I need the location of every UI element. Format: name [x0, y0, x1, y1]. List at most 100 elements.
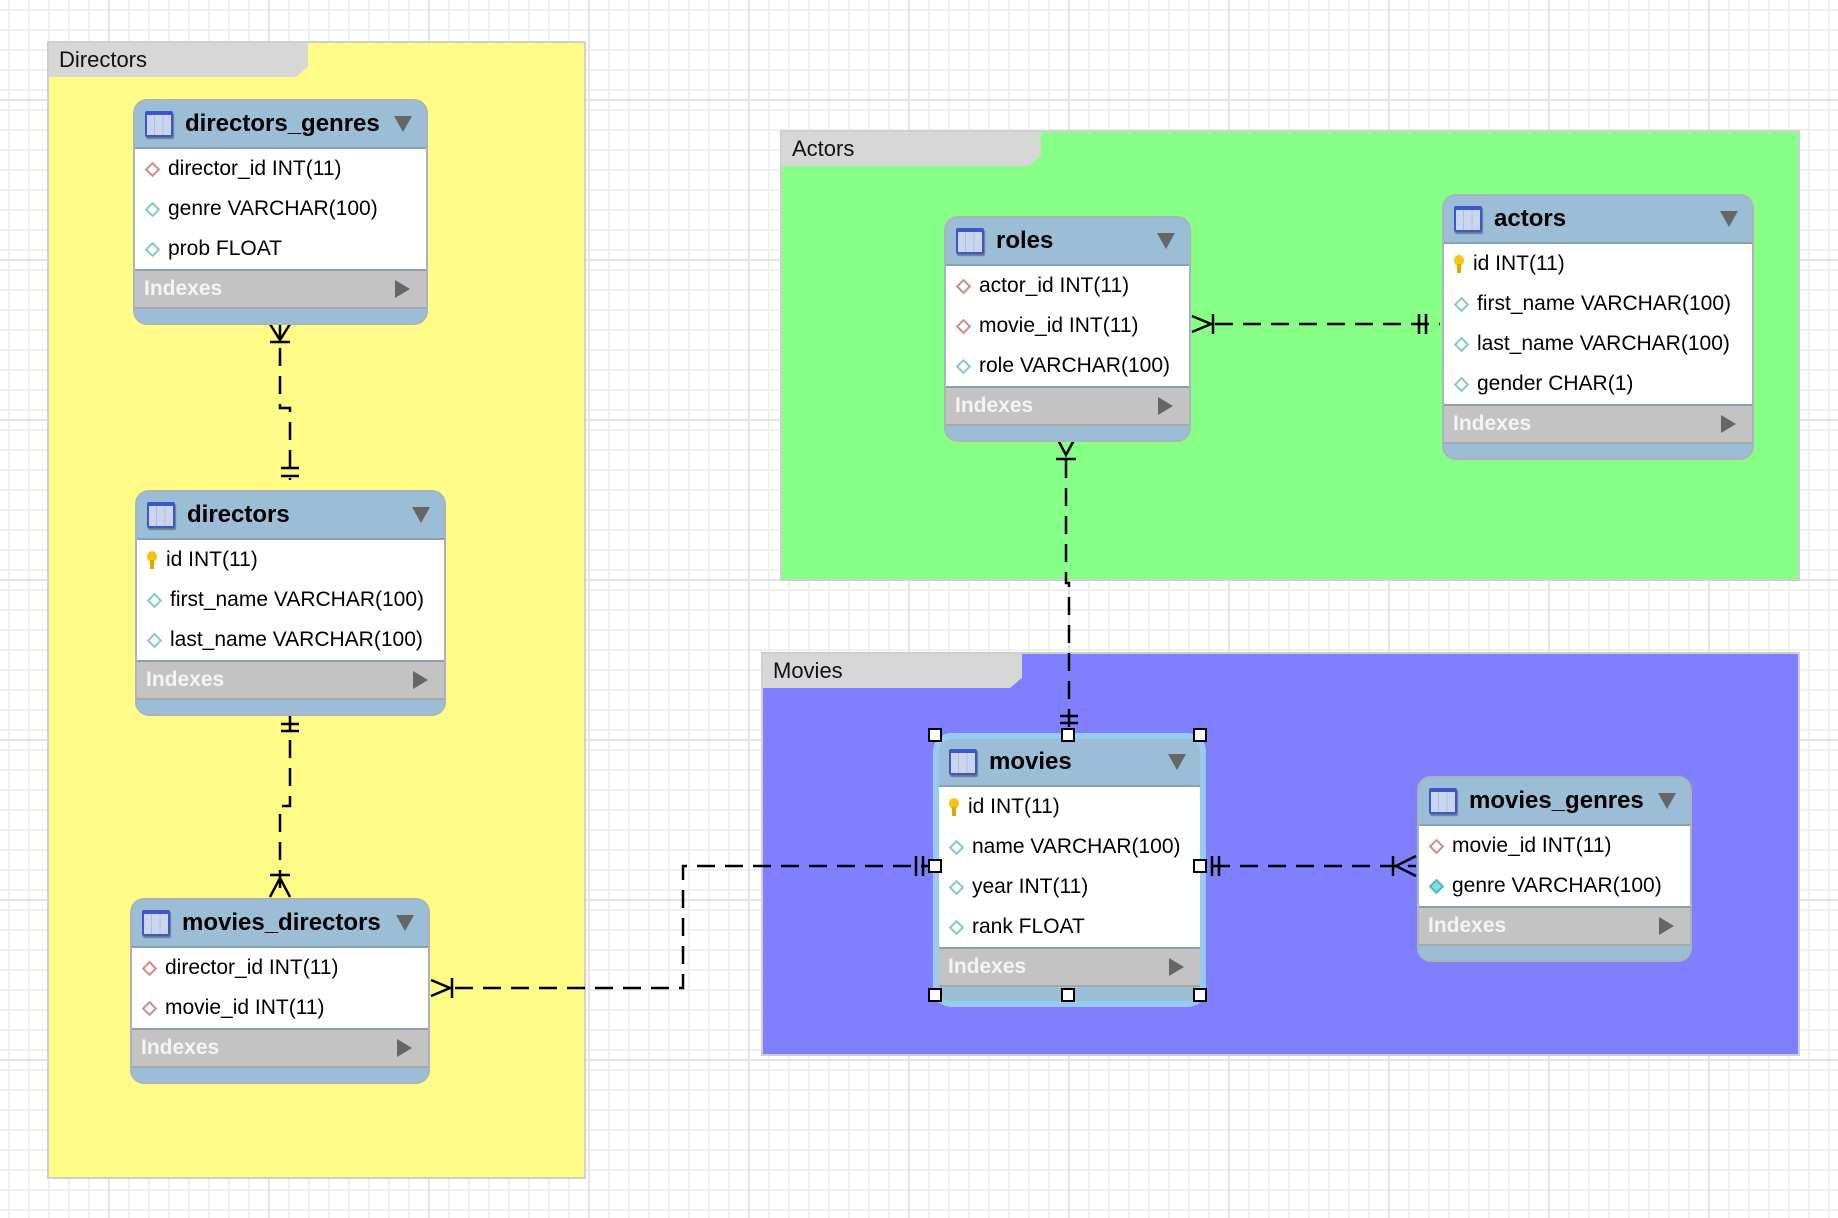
resize-handle-top-left[interactable] [928, 728, 942, 742]
table-actors[interactable]: actors id INT(11) first_name VARCHAR(100) l… [1442, 194, 1754, 460]
table-header[interactable]: directors_genres [135, 101, 426, 147]
column-row[interactable]: name VARCHAR(100) [939, 827, 1200, 867]
column-label: rank FLOAT [972, 915, 1085, 938]
collapse-triangle-icon[interactable] [394, 116, 412, 132]
table-icon [1454, 206, 1482, 232]
indexes-section[interactable]: Indexes [137, 662, 444, 700]
collapse-triangle-icon[interactable] [1168, 754, 1186, 770]
column-list: director_id INT(11) genre VARCHAR(100) pro… [135, 147, 426, 271]
table-name: directors [187, 501, 290, 528]
indexes-section[interactable]: Indexes [946, 388, 1189, 426]
expand-triangle-icon[interactable] [1721, 415, 1736, 433]
indexes-section[interactable]: Indexes [135, 271, 426, 309]
column-row[interactable]: role VARCHAR(100) [946, 346, 1189, 386]
column-row[interactable]: id INT(11) [939, 787, 1200, 827]
resize-handle-bottom-right[interactable] [1193, 988, 1207, 1002]
foreign-key-diamond-icon [955, 278, 972, 294]
layer-title-actors: Actors [782, 132, 1041, 166]
column-row[interactable]: first_name VARCHAR(100) [137, 580, 444, 620]
expand-triangle-icon[interactable] [395, 280, 410, 298]
column-diamond-icon [948, 839, 965, 855]
table-name: movies_directors [182, 909, 381, 936]
table-icon [949, 749, 977, 775]
column-row[interactable]: movie_id INT(11) [946, 306, 1189, 346]
foreign-key-diamond-icon [141, 960, 158, 976]
table-header[interactable]: actors [1444, 196, 1752, 242]
collapse-triangle-icon[interactable] [1720, 211, 1738, 227]
table-footer [132, 1068, 428, 1082]
table-header[interactable]: movies_directors [132, 900, 428, 946]
column-row[interactable]: director_id INT(11) [132, 948, 428, 988]
column-row[interactable]: id INT(11) [1444, 244, 1752, 284]
indexes-section[interactable]: Indexes [939, 949, 1200, 987]
expand-triangle-icon[interactable] [1659, 917, 1674, 935]
column-label: first_name VARCHAR(100) [170, 588, 425, 611]
column-row[interactable]: director_id INT(11) [135, 149, 426, 189]
resize-handle-right[interactable] [1193, 859, 1207, 873]
table-footer [946, 426, 1189, 440]
resize-handle-left[interactable] [928, 859, 942, 873]
expand-triangle-icon[interactable] [397, 1039, 412, 1057]
column-row[interactable]: gender CHAR(1) [1444, 364, 1752, 404]
column-label: prob FLOAT [168, 237, 282, 260]
table-header[interactable]: movies [939, 739, 1200, 785]
table-directors-genres[interactable]: directors_genres director_id INT(11) genre… [133, 99, 428, 325]
expand-triangle-icon[interactable] [1158, 397, 1173, 415]
table-directors[interactable]: directors id INT(11) first_name VARCHAR(10… [135, 490, 446, 716]
indexes-section[interactable]: Indexes [1419, 908, 1690, 946]
indexes-label: Indexes [955, 394, 1034, 417]
primary-key-icon [1454, 255, 1464, 273]
resize-handle-bottom[interactable] [1061, 988, 1075, 1002]
collapse-triangle-icon[interactable] [412, 507, 430, 523]
collapse-triangle-icon[interactable] [1157, 233, 1175, 249]
expand-triangle-icon[interactable] [1169, 958, 1184, 976]
foreign-key-diamond-icon [1428, 838, 1445, 854]
column-list: movie_id INT(11) genre VARCHAR(100) [1419, 824, 1690, 908]
resize-handle-bottom-left[interactable] [928, 988, 942, 1002]
indexes-label: Indexes [948, 955, 1027, 978]
table-movies-genres[interactable]: movies_genres movie_id INT(11) genre VARCH… [1417, 776, 1692, 962]
column-row[interactable]: year INT(11) [939, 867, 1200, 907]
column-label: id INT(11) [1473, 252, 1565, 275]
column-label: role VARCHAR(100) [979, 354, 1170, 377]
layer-title-directors: Directors [49, 43, 308, 77]
table-movies-directors[interactable]: movies_directors director_id INT(11) movie… [130, 898, 430, 1084]
collapse-triangle-icon[interactable] [396, 915, 414, 931]
column-row[interactable]: prob FLOAT [135, 229, 426, 269]
column-diamond-icon [1453, 336, 1470, 352]
indexed-column-diamond-icon [1428, 878, 1445, 894]
indexes-label: Indexes [144, 277, 223, 300]
column-row[interactable]: genre VARCHAR(100) [1419, 866, 1690, 906]
column-row[interactable]: first_name VARCHAR(100) [1444, 284, 1752, 324]
table-roles[interactable]: roles actor_id INT(11) movie_id INT(11) rol… [944, 216, 1191, 442]
table-icon [147, 502, 175, 528]
column-row[interactable]: last_name VARCHAR(100) [1444, 324, 1752, 364]
table-header[interactable]: movies_genres [1419, 778, 1690, 824]
primary-key-icon [147, 551, 157, 569]
table-header[interactable]: directors [137, 492, 444, 538]
column-label: gender CHAR(1) [1477, 372, 1634, 395]
table-footer [1419, 946, 1690, 960]
indexes-section[interactable]: Indexes [132, 1030, 428, 1068]
expand-triangle-icon[interactable] [413, 671, 428, 689]
column-label: movie_id INT(11) [165, 996, 325, 1019]
table-footer [1444, 444, 1752, 458]
column-row[interactable]: movie_id INT(11) [1419, 826, 1690, 866]
column-row[interactable]: genre VARCHAR(100) [135, 189, 426, 229]
column-label: last_name VARCHAR(100) [1477, 332, 1730, 355]
table-movies[interactable]: movies id INT(11) name VARCHAR(100) year IN… [937, 737, 1202, 1003]
resize-handle-top-right[interactable] [1193, 728, 1207, 742]
column-label: first_name VARCHAR(100) [1477, 292, 1732, 315]
column-row[interactable]: last_name VARCHAR(100) [137, 620, 444, 660]
column-row[interactable]: movie_id INT(11) [132, 988, 428, 1028]
indexes-section[interactable]: Indexes [1444, 406, 1752, 444]
column-row[interactable]: id INT(11) [137, 540, 444, 580]
column-label: director_id INT(11) [165, 956, 339, 979]
table-header[interactable]: roles [946, 218, 1189, 264]
column-row[interactable]: actor_id INT(11) [946, 266, 1189, 306]
column-label: genre VARCHAR(100) [168, 197, 378, 220]
table-name: roles [996, 227, 1054, 254]
column-row[interactable]: rank FLOAT [939, 907, 1200, 947]
resize-handle-top[interactable] [1061, 728, 1075, 742]
collapse-triangle-icon[interactable] [1658, 793, 1676, 809]
